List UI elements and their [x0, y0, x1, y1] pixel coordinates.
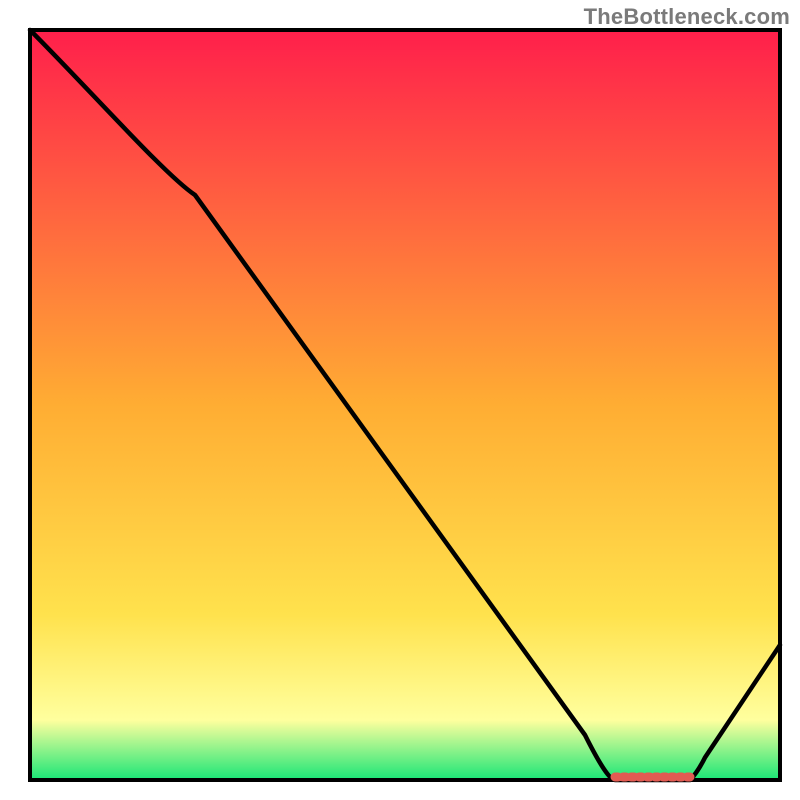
chart-svg: [0, 0, 800, 800]
chart-container: TheBottleneck.com: [0, 0, 800, 800]
plot-bg: [30, 30, 780, 780]
